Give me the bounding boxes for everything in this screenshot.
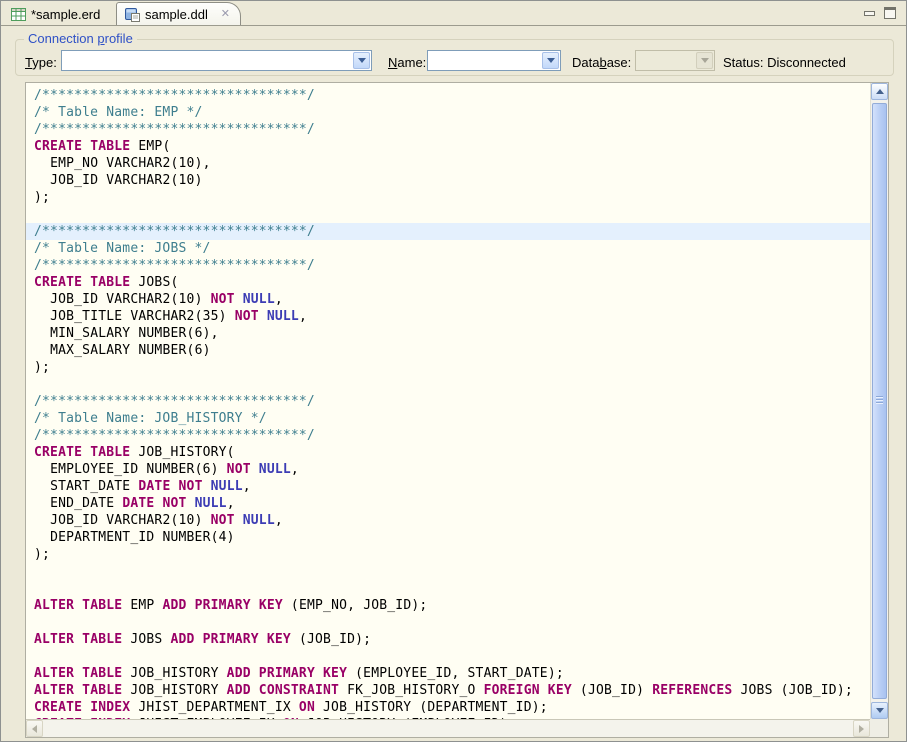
code-line[interactable]: /*********************************/ [26, 87, 870, 104]
scrollbar-grip [876, 396, 883, 405]
name-combobox[interactable] [427, 50, 561, 71]
code-line[interactable]: ALTER TABLE JOB_HISTORY ADD CONSTRAINT F… [26, 682, 870, 699]
chevron-down-icon [701, 58, 709, 63]
code-line[interactable]: ALTER TABLE JOB_HISTORY ADD PRIMARY KEY … [26, 665, 870, 682]
database-combobox-dropdown-button [696, 52, 713, 69]
code-line[interactable]: JOB_ID VARCHAR2(10) NOT NULL, [26, 291, 870, 308]
chevron-down-icon [358, 58, 366, 63]
code-line[interactable]: CREATE INDEX JHIST_DEPARTMENT_IX ON JOB_… [26, 699, 870, 716]
tab-sample-erd[interactable]: *sample.erd [5, 4, 110, 25]
name-label: Name: [388, 55, 426, 70]
scroll-down-button[interactable] [871, 702, 888, 719]
database-combobox-value [640, 53, 694, 69]
code-line[interactable] [26, 648, 870, 665]
code-line-current[interactable]: /*********************************/ [26, 223, 870, 240]
scroll-left-button[interactable] [26, 720, 43, 737]
code-line[interactable]: END_DATE DATE NOT NULL, [26, 495, 870, 512]
code-line[interactable]: JOB_TITLE VARCHAR2(35) NOT NULL, [26, 308, 870, 325]
code-line[interactable]: /* Table Name: JOB_HISTORY */ [26, 410, 870, 427]
tab-label: sample.ddl [145, 7, 208, 22]
chevron-up-icon [876, 89, 884, 94]
code-line[interactable]: ); [26, 546, 870, 563]
database-combobox [635, 50, 715, 71]
editor-window: *sample.erd sample.ddl ✕ Connection prof… [0, 0, 907, 742]
code-line[interactable] [26, 614, 870, 631]
connection-status: Status: Disconnected [723, 55, 846, 70]
code-line[interactable]: START_DATE DATE NOT NULL, [26, 478, 870, 495]
name-combobox-value [432, 53, 540, 69]
chevron-down-icon [547, 58, 555, 63]
chevron-down-icon [876, 708, 884, 713]
maximize-icon[interactable] [884, 7, 896, 19]
tab-label: *sample.erd [31, 7, 100, 22]
scroll-right-button[interactable] [853, 720, 870, 737]
code-line[interactable]: /*********************************/ [26, 427, 870, 444]
connection-profile-title: Connection profile [24, 31, 137, 46]
database-label: Database: [572, 55, 631, 70]
minimize-icon[interactable] [864, 11, 875, 16]
code-line[interactable]: JOB_ID VARCHAR2(10) [26, 172, 870, 189]
type-combobox-dropdown-button[interactable] [353, 52, 370, 69]
code-line[interactable]: /* Table Name: JOBS */ [26, 240, 870, 257]
type-label: Type: [25, 55, 57, 70]
scroll-up-button[interactable] [871, 83, 888, 100]
chevron-left-icon [32, 725, 37, 733]
code-line[interactable]: /*********************************/ [26, 393, 870, 410]
horizontal-scrollbar[interactable] [26, 719, 870, 737]
vertical-scrollbar-thumb[interactable] [872, 103, 887, 699]
chevron-right-icon [859, 725, 864, 733]
code-line[interactable] [26, 206, 870, 223]
scrollbar-corner [870, 719, 888, 737]
editor-tab-bar: *sample.erd sample.ddl ✕ [1, 1, 906, 26]
view-controls [864, 7, 896, 19]
code-line[interactable]: ); [26, 189, 870, 206]
code-line[interactable] [26, 580, 870, 597]
code-line[interactable]: EMPLOYEE_ID NUMBER(6) NOT NULL, [26, 461, 870, 478]
code-line[interactable]: ALTER TABLE JOBS ADD PRIMARY KEY (JOB_ID… [26, 631, 870, 648]
tab-close-icon[interactable]: ✕ [219, 8, 232, 21]
sql-file-icon [125, 8, 140, 21]
code-line[interactable] [26, 376, 870, 393]
code-line[interactable]: CREATE TABLE JOBS( [26, 274, 870, 291]
code-line[interactable]: DEPARTMENT_ID NUMBER(4) [26, 529, 870, 546]
tab-sample-ddl[interactable]: sample.ddl ✕ [116, 2, 241, 25]
code-line[interactable]: /*********************************/ [26, 121, 870, 138]
code-line[interactable]: /* Table Name: EMP */ [26, 104, 870, 121]
code-line[interactable]: ); [26, 359, 870, 376]
sql-editor: /*********************************//* Ta… [25, 82, 889, 738]
code-line[interactable]: CREATE TABLE JOB_HISTORY( [26, 444, 870, 461]
code-line[interactable]: CREATE TABLE EMP( [26, 138, 870, 155]
code-line[interactable]: MAX_SALARY NUMBER(6) [26, 342, 870, 359]
code-line[interactable]: MIN_SALARY NUMBER(6), [26, 325, 870, 342]
name-combobox-dropdown-button[interactable] [542, 52, 559, 69]
type-combobox-value [66, 53, 351, 69]
code-area[interactable]: /*********************************//* Ta… [26, 83, 870, 719]
code-line[interactable]: EMP_NO VARCHAR2(10), [26, 155, 870, 172]
vertical-scrollbar[interactable] [870, 83, 888, 719]
code-line[interactable]: /*********************************/ [26, 257, 870, 274]
code-line[interactable]: ALTER TABLE EMP ADD PRIMARY KEY (EMP_NO,… [26, 597, 870, 614]
type-combobox[interactable] [61, 50, 372, 71]
table-icon [11, 8, 26, 21]
code-line[interactable] [26, 563, 870, 580]
code-line[interactable]: JOB_ID VARCHAR2(10) NOT NULL, [26, 512, 870, 529]
